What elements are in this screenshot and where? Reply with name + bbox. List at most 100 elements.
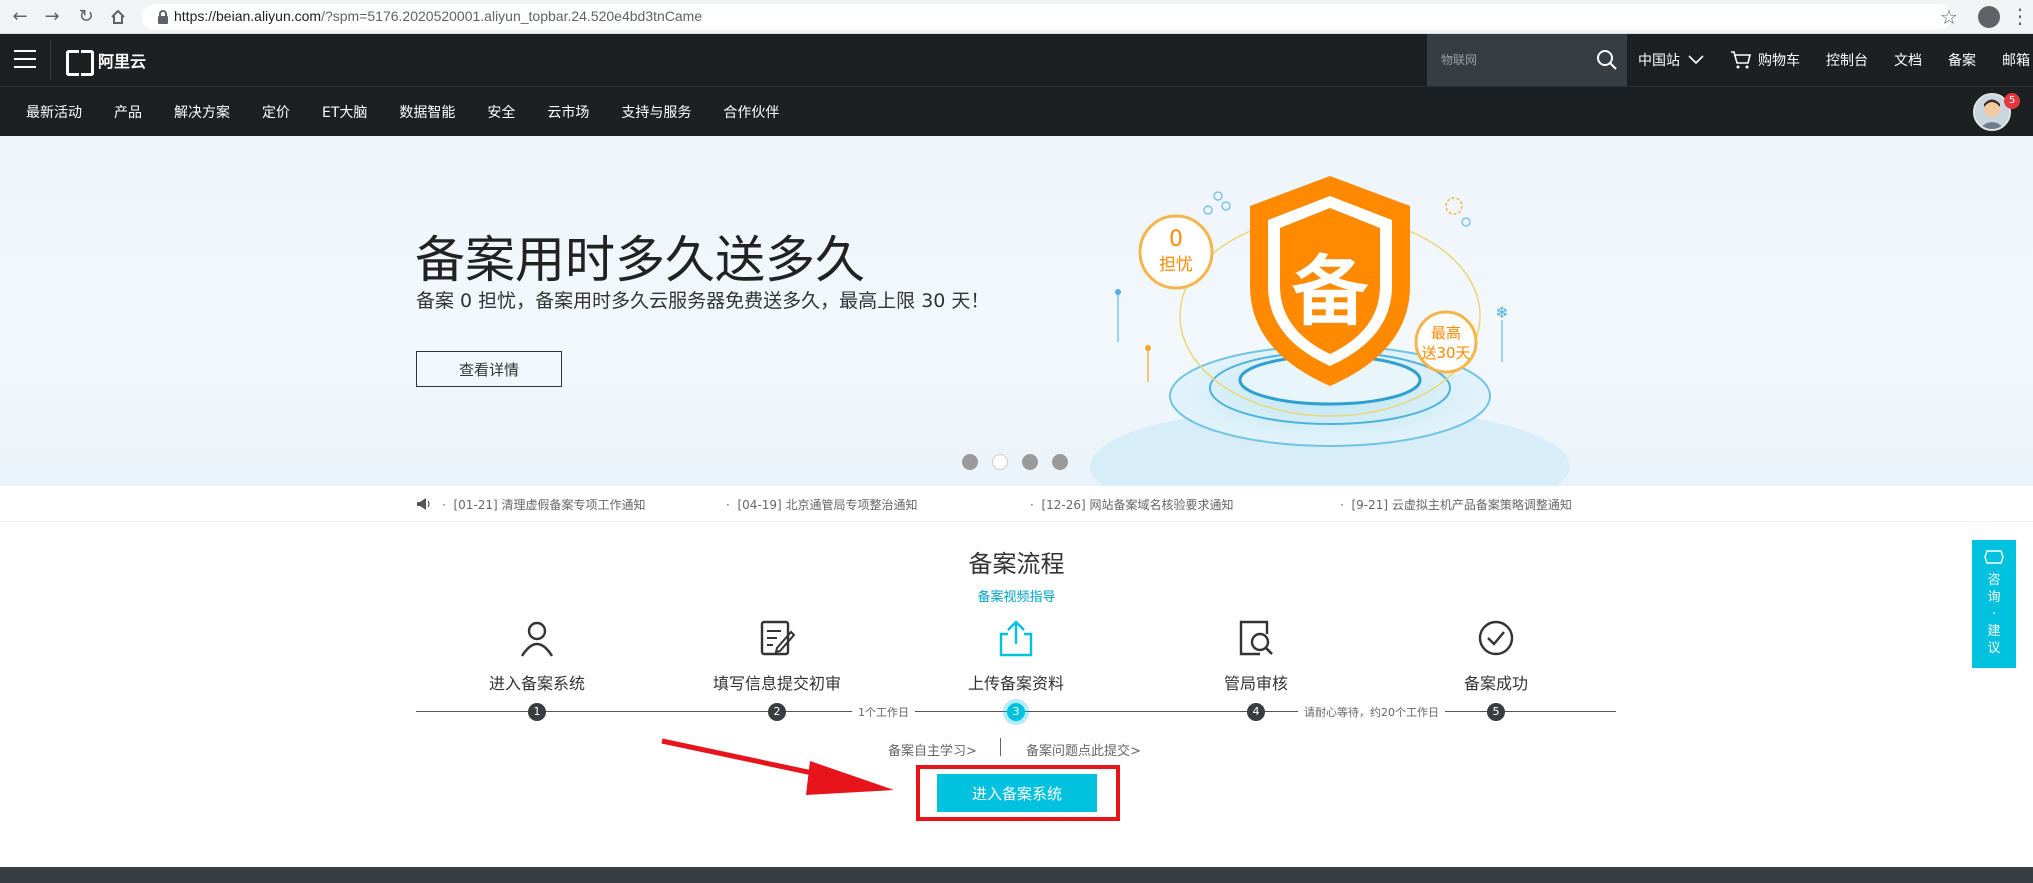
top-header: 阿里云 中国站 购物车 控制台 文档 备案 邮箱 — [0, 34, 2033, 86]
region-selector[interactable]: 中国站 — [1638, 50, 1704, 70]
notice-item[interactable]: · [04-19] 北京通管局专项整治通知 — [726, 496, 918, 513]
step-node-4: 4 — [1247, 703, 1265, 721]
cart-icon — [1731, 51, 1752, 69]
forward-icon[interactable]: → — [40, 5, 64, 29]
banner-title: 备案用时多久送多久 — [415, 231, 865, 289]
timeline-note-1: 1个工作日 — [852, 704, 915, 720]
nav-item-security[interactable]: 安全 — [487, 102, 515, 122]
nav-item-support[interactable]: 支持与服务 — [621, 102, 691, 122]
notice-bar: · [01-21] 清理虚假备案专项工作通知 · [04-19] 北京通管局专项… — [0, 486, 2033, 522]
nav-item-data-intelligence[interactable]: 数据智能 — [399, 102, 455, 122]
notice-item[interactable]: · [01-21] 清理虚假备案专项工作通知 — [442, 496, 646, 513]
consult-char: · — [1991, 607, 1997, 622]
notification-badge: 5 — [2004, 93, 2020, 109]
header-divider — [50, 40, 51, 80]
aliyun-logo-icon — [66, 50, 94, 76]
nav-item-partners[interactable]: 合作伙伴 — [723, 102, 779, 122]
notice-text: [9-21] 云虚拟主机产品备案策略调整通知 — [1351, 498, 1572, 512]
view-details-button[interactable]: 查看详情 — [416, 351, 562, 387]
browser-toolbar: ← → ↻ https://beian.aliyun.com/?spm=5176… — [0, 0, 2033, 34]
step-label: 备案成功 — [1463, 674, 1528, 693]
svg-text:最高: 最高 — [1431, 324, 1461, 342]
top-links: 中国站 购物车 控制台 文档 备案 邮箱 — [1638, 34, 2030, 86]
search-input[interactable] — [1441, 49, 1591, 71]
account-icon[interactable] — [1978, 6, 2000, 28]
edit-form-icon — [760, 620, 796, 656]
nav-item-et-brain[interactable]: ET大脑 — [322, 102, 367, 122]
step-node-1: 1 — [528, 703, 546, 721]
menu-kebab-icon[interactable]: ⋮ — [2010, 4, 2030, 28]
consult-char: 询 — [1987, 590, 2001, 605]
aliyun-logo[interactable]: 阿里云 — [66, 50, 146, 76]
consult-char: 咨 — [1987, 573, 2001, 588]
enter-beian-system-button[interactable]: 进入备案系统 — [937, 774, 1097, 812]
self-learning-link[interactable]: 备案自主学习> — [888, 740, 977, 759]
process-title: 备案流程 — [968, 550, 1065, 578]
address-bar[interactable]: https://beian.aliyun.com/?spm=5176.20205… — [142, 4, 1952, 30]
hamburger-menu-icon[interactable] — [14, 50, 36, 70]
help-divider — [1000, 738, 1001, 756]
carousel-dot-3[interactable] — [1022, 454, 1038, 470]
carousel-dot-1[interactable] — [962, 454, 978, 470]
carousel-dot-4[interactable] — [1052, 454, 1068, 470]
svg-text:担忧: 担忧 — [1159, 255, 1193, 275]
search-box — [1427, 34, 1627, 86]
step-success: 备案成功 — [1396, 618, 1596, 694]
svg-text:❄: ❄ — [1495, 303, 1508, 322]
svg-text:送30天: 送30天 — [1421, 344, 1470, 362]
step-label: 上传备案资料 — [967, 674, 1064, 693]
notice-item[interactable]: · [12-26] 网站备案域名核验要求通知 — [1030, 496, 1234, 513]
consult-suggest-tab[interactable]: 咨 询 · 建 议 — [1972, 540, 2016, 668]
video-guide-link[interactable]: 备案视频指导 — [0, 586, 2033, 605]
notice-text: [12-26] 网站备案域名核验要求通知 — [1041, 498, 1234, 512]
review-search-icon — [1239, 620, 1273, 656]
step-node-3: 3 — [1007, 703, 1025, 721]
notice-text: [04-19] 北京通管局专项整治通知 — [737, 498, 918, 512]
console-link[interactable]: 控制台 — [1826, 50, 1868, 70]
back-icon[interactable]: ← — [8, 5, 32, 29]
nav-item-activities[interactable]: 最新活动 — [26, 102, 82, 122]
step-bureau-review: 管局审核 — [1156, 618, 1356, 694]
carousel-dot-2[interactable] — [992, 454, 1008, 470]
bookmark-star-icon[interactable]: ☆ — [1940, 5, 1958, 29]
step-label: 填写信息提交初审 — [712, 674, 841, 693]
red-arrow-annotation — [661, 738, 894, 795]
shield-char: 备 — [1292, 247, 1369, 336]
nav-item-solutions[interactable]: 解决方案 — [174, 102, 230, 122]
megaphone-icon — [417, 498, 430, 510]
region-label: 中国站 — [1638, 53, 1680, 69]
check-circle-icon — [1478, 620, 1514, 656]
search-icon[interactable] — [1595, 48, 1619, 72]
mail-link[interactable]: 邮箱 — [2002, 50, 2030, 70]
step-upload-docs: 上传备案资料 — [916, 618, 1116, 694]
home-icon[interactable] — [106, 5, 130, 29]
video-guide-label: 备案视频指导 — [977, 590, 1056, 605]
notice-text: [01-21] 清理虚假备案专项工作通知 — [453, 498, 646, 512]
submit-issue-link[interactable]: 备案问题点此提交> — [1026, 740, 1141, 759]
nav-item-pricing[interactable]: 定价 — [262, 102, 290, 122]
chat-bubble-icon — [1984, 550, 2004, 564]
footer-strip — [0, 867, 2033, 883]
step-node-2: 2 — [768, 703, 786, 721]
beian-link[interactable]: 备案 — [1948, 50, 1976, 70]
upload-icon — [999, 620, 1033, 657]
cart-link[interactable]: 购物车 — [1730, 50, 1800, 70]
nav-item-marketplace[interactable]: 云市场 — [547, 102, 589, 122]
cart-label: 购物车 — [1758, 53, 1800, 69]
reload-icon[interactable]: ↻ — [74, 5, 98, 29]
docs-link[interactable]: 文档 — [1894, 50, 1922, 70]
hero-banner: 备案用时多久送多久 备案 0 担忧，备案用时多久云服务器免费送多久，最高上限 3… — [0, 136, 2033, 486]
svg-text:0: 0 — [1169, 227, 1183, 252]
step-node-5: 5 — [1487, 703, 1505, 721]
consult-char: 建 — [1987, 624, 2001, 639]
url-text: https://beian.aliyun.com/?spm=5176.20205… — [174, 8, 703, 24]
main-nav: 最新活动 产品 解决方案 定价 ET大脑 数据智能 安全 云市场 支持与服务 合… — [0, 86, 2033, 136]
step-label: 进入备案系统 — [488, 674, 585, 693]
nav-item-products[interactable]: 产品 — [114, 102, 142, 122]
notice-item[interactable]: · [9-21] 云虚拟主机产品备案策略调整通知 — [1340, 496, 1572, 513]
timeline-note-2: 请耐心等待，约20个工作日 — [1298, 704, 1445, 720]
nav-items: 最新活动 产品 解决方案 定价 ET大脑 数据智能 安全 云市场 支持与服务 合… — [26, 87, 811, 137]
lock-icon — [158, 10, 168, 24]
consult-char: 议 — [1987, 641, 2001, 656]
banner-subtitle: 备案 0 担忧，备案用时多久云服务器免费送多久，最高上限 30 天！ — [416, 290, 990, 312]
